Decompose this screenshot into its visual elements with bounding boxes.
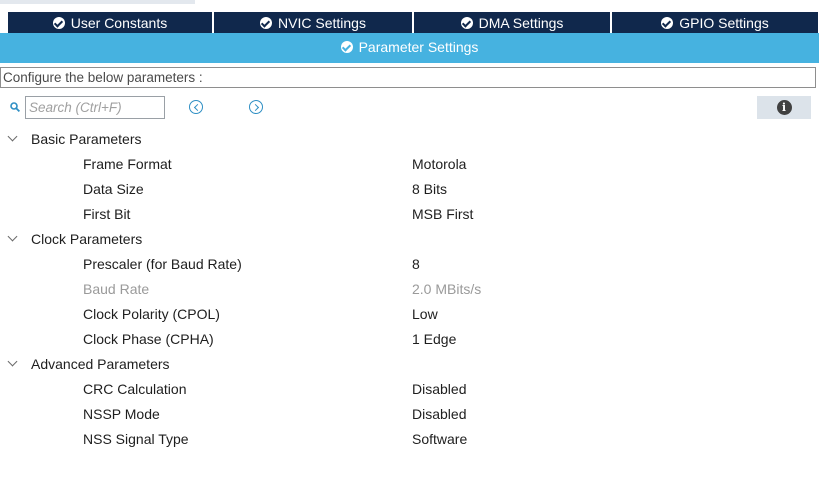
tab-bar: User Constants NVIC Settings DMA Setting…: [8, 12, 818, 33]
param-row-frame-format[interactable]: Frame Format Motorola: [0, 152, 819, 177]
chevron-down-icon: [7, 231, 18, 242]
tab-user-constants[interactable]: User Constants: [8, 12, 214, 33]
group-advanced-parameters[interactable]: Advanced Parameters: [0, 352, 819, 377]
top-strip: [0, 0, 195, 4]
param-row-nssp-mode[interactable]: NSSP Mode Disabled: [0, 402, 819, 427]
param-value[interactable]: 1 Edge: [412, 331, 456, 347]
info-icon: i: [776, 100, 792, 115]
tab-nvic-settings[interactable]: NVIC Settings: [214, 12, 414, 33]
tab-label: User Constants: [70, 14, 168, 31]
param-label: Prescaler (for Baud Rate): [83, 256, 242, 272]
param-label: Data Size: [83, 181, 144, 197]
parameter-tree: Basic Parameters Frame Format Motorola D…: [0, 127, 819, 452]
check-icon: [460, 16, 473, 29]
param-label: Clock Polarity (CPOL): [83, 306, 220, 322]
param-value[interactable]: Software: [412, 431, 467, 447]
info-button[interactable]: i: [757, 96, 811, 119]
tab-label: Parameter Settings: [358, 38, 479, 55]
configure-heading: Configure the below parameters :: [0, 67, 816, 88]
search-toolbar: i: [0, 95, 819, 121]
param-label: NSS Signal Type: [83, 431, 189, 447]
param-value[interactable]: Disabled: [412, 406, 466, 422]
group-label: Clock Parameters: [31, 231, 143, 247]
param-value[interactable]: 8 Bits: [412, 181, 447, 197]
tab-dma-settings[interactable]: DMA Settings: [414, 12, 612, 33]
check-icon: [661, 16, 674, 29]
check-icon: [52, 16, 65, 29]
next-match-button[interactable]: [249, 100, 263, 114]
check-icon: [260, 16, 273, 29]
param-row-nss-signal-type[interactable]: NSS Signal Type Software: [0, 427, 819, 452]
param-value[interactable]: MSB First: [412, 206, 473, 222]
param-label: CRC Calculation: [83, 381, 187, 397]
param-row-clock-phase[interactable]: Clock Phase (CPHA) 1 Edge: [0, 327, 819, 352]
param-label: Frame Format: [83, 156, 172, 172]
param-value[interactable]: Motorola: [412, 156, 466, 172]
chevron-down-icon: [7, 356, 18, 367]
param-label: Baud Rate: [83, 281, 150, 297]
param-value: 2.0 MBits/s: [412, 281, 482, 297]
param-value[interactable]: Low: [412, 306, 438, 322]
tab-label: NVIC Settings: [278, 14, 366, 31]
param-row-prescaler[interactable]: Prescaler (for Baud Rate) 8: [0, 252, 819, 277]
group-label: Advanced Parameters: [31, 356, 170, 372]
check-icon: [340, 40, 353, 53]
param-label: First Bit: [83, 206, 131, 222]
tab-label: DMA Settings: [478, 14, 564, 31]
param-row-baud-rate: Baud Rate 2.0 MBits/s: [0, 277, 819, 302]
param-label: NSSP Mode: [83, 406, 160, 422]
search-input[interactable]: [25, 96, 165, 119]
param-row-data-size[interactable]: Data Size 8 Bits: [0, 177, 819, 202]
active-tab-underline: [0, 60, 819, 63]
tab-gpio-settings[interactable]: GPIO Settings: [612, 12, 818, 33]
param-row-clock-polarity[interactable]: Clock Polarity (CPOL) Low: [0, 302, 819, 327]
previous-match-button[interactable]: [189, 100, 203, 114]
group-label: Basic Parameters: [31, 131, 142, 147]
tab-parameter-settings[interactable]: Parameter Settings: [0, 33, 819, 60]
chevron-down-icon: [7, 131, 18, 142]
param-row-first-bit[interactable]: First Bit MSB First: [0, 202, 819, 227]
group-clock-parameters[interactable]: Clock Parameters: [0, 227, 819, 252]
group-basic-parameters[interactable]: Basic Parameters: [0, 127, 819, 152]
search-icon: [10, 102, 20, 112]
param-value[interactable]: 8: [412, 256, 420, 272]
param-label: Clock Phase (CPHA): [83, 331, 214, 347]
param-value[interactable]: Disabled: [412, 381, 466, 397]
param-row-crc-calculation[interactable]: CRC Calculation Disabled: [0, 377, 819, 402]
tab-label: GPIO Settings: [679, 14, 769, 31]
